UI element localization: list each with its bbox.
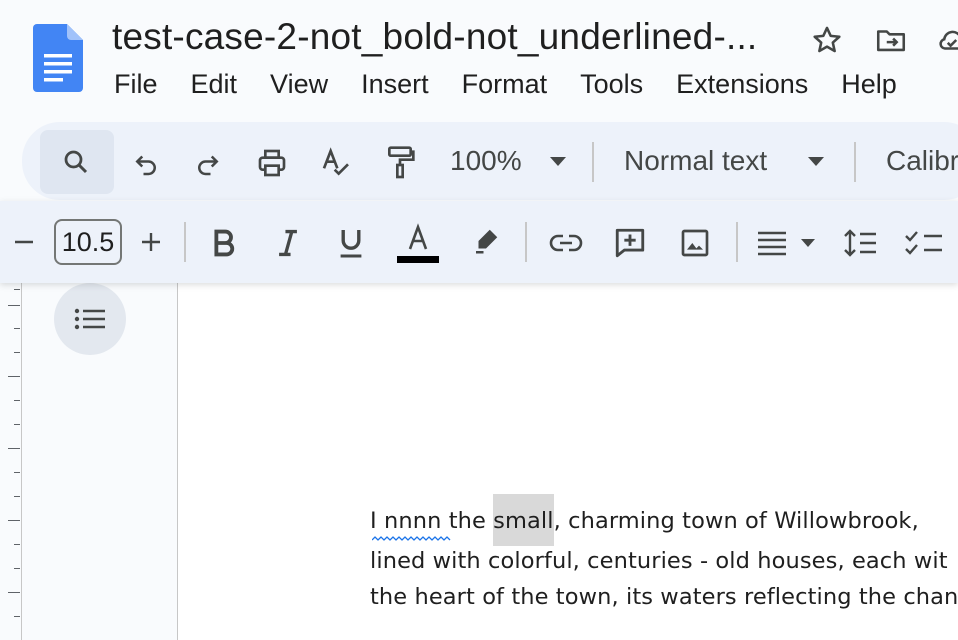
vertical-ruler [0,283,22,640]
show-outline-button[interactable] [54,283,126,355]
ruler-tick [14,616,20,617]
star-icon[interactable] [809,22,845,58]
misspelled-word[interactable]: I nnnn [370,508,441,534]
body-line-1[interactable]: I nnnn the small, charming town of Willo… [370,494,919,546]
add-comment-icon[interactable] [610,223,650,263]
zoom-select[interactable]: 100% [450,145,522,177]
body-line-3[interactable]: the heart of the town, its waters reflec… [370,584,958,610]
menu-tools[interactable]: Tools [580,69,643,100]
menu-format[interactable]: Format [462,69,548,100]
undo-icon[interactable] [126,146,166,182]
ruler-tick [14,544,20,545]
ruler-tick [14,400,20,401]
bold-icon[interactable] [206,225,242,261]
toolbar-divider [184,222,186,262]
text-color-icon[interactable] [395,221,441,265]
insert-image-icon[interactable] [676,223,714,263]
align-icon[interactable] [754,225,820,261]
ruler-tick [14,568,20,569]
spellcheck-icon[interactable] [316,144,356,182]
ruler-tick [14,352,20,353]
move-to-folder-icon[interactable] [873,22,909,58]
font-select[interactable]: Calibr [886,145,958,177]
outline-icon [74,308,105,330]
ruler-tick [14,472,20,473]
ruler-tick [14,496,20,497]
body-line-2[interactable]: lined with colorful, centuries - old hou… [370,548,948,574]
highlighter-icon[interactable] [468,221,504,261]
menu-view[interactable]: View [270,69,328,100]
checklist-icon[interactable] [904,223,944,263]
font-size-input[interactable]: 10.5 [54,219,122,265]
cloud-status-icon[interactable] [934,22,958,58]
menu-insert[interactable]: Insert [361,69,429,100]
spelling-squiggle [372,536,451,541]
redo-icon[interactable] [188,146,228,182]
italic-icon[interactable] [270,225,306,261]
docs-logo-icon[interactable] [33,24,83,92]
ruler-tick [8,305,20,306]
header: test-case-2-not_bold-not_underlined-... … [0,0,958,120]
toolbar-divider [525,222,527,262]
toolbar-divider [736,222,738,262]
formatting-toolbar: 10.5 [0,201,958,283]
toolbar-divider [854,142,856,182]
toolbar-divider [592,142,594,182]
document-title[interactable]: test-case-2-not_bold-not_underlined-... [112,16,757,58]
menu-bar: File Edit View Insert Format Tools Exten… [114,66,930,102]
ruler-tick [14,424,20,425]
search-icon[interactable] [56,144,96,180]
link-icon[interactable] [546,225,586,261]
paint-format-icon[interactable] [380,142,420,184]
menu-extensions[interactable]: Extensions [676,69,808,100]
menu-file[interactable]: File [114,69,158,100]
ruler-tick [14,328,20,329]
print-icon[interactable] [252,144,292,182]
menu-edit[interactable]: Edit [191,69,238,100]
ruler-tick [14,289,20,290]
selected-text[interactable]: small [493,494,554,546]
line-spacing-icon[interactable] [840,223,880,263]
ruler-tick [8,592,20,593]
ruler-tick [8,520,20,521]
menu-help[interactable]: Help [841,69,897,100]
minus-icon[interactable] [10,227,38,257]
ruler-tick [8,376,20,377]
text-run: , charming town of Willowbrook, [553,508,919,534]
chevron-down-icon[interactable] [804,150,828,174]
paragraph-style-select[interactable]: Normal text [624,145,767,177]
chevron-down-icon[interactable] [546,150,570,174]
text-run: the [441,508,494,534]
plus-icon[interactable] [136,227,166,257]
underline-icon[interactable] [333,223,369,263]
ruler-tick [8,448,20,449]
